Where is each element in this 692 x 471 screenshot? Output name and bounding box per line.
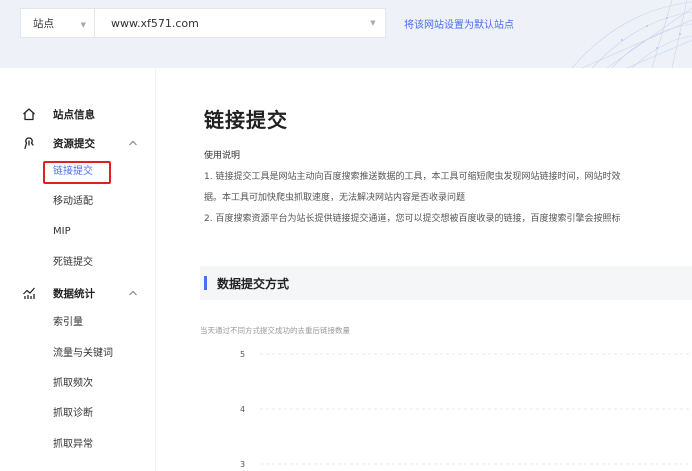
y-tick-label: 5	[240, 350, 245, 359]
sidebar-item-traffic-keywords[interactable]: 流量与关键词	[53, 346, 113, 362]
sidebar-group-label: 站点信息	[53, 108, 95, 121]
stats-icon	[23, 287, 35, 299]
submission-chart: 5 4 3	[240, 350, 692, 469]
y-tick-label: 4	[240, 405, 245, 414]
decorative-globe-graphic	[571, 0, 692, 68]
section-header: 数据提交方式	[200, 266, 692, 300]
submit-icon	[24, 137, 34, 150]
set-default-site-link[interactable]: 将该网站设置为默认站点	[404, 16, 514, 31]
chevron-up-icon[interactable]	[127, 287, 139, 299]
sidebar-item-mip[interactable]: MIP	[53, 224, 71, 240]
sidebar-group-data-stats[interactable]: 数据统计	[0, 282, 156, 304]
sidebar-item-crawl-diagnosis[interactable]: 抓取诊断	[53, 406, 93, 422]
sidebar-item-crawl-frequency[interactable]: 抓取频次	[53, 376, 93, 392]
caret-down-icon[interactable]: ▼	[361, 19, 385, 27]
usage-line: 2. 百度搜索资源平台为站长提供链接提交通道，您可以提交想被百度收录的链接，百度…	[204, 214, 621, 224]
sidebar-item-index-volume[interactable]: 索引量	[53, 315, 83, 331]
chart-caption: 当天通过不同方式提交成功的去重后链接数量	[200, 326, 350, 335]
site-value[interactable]: www.xf571.com	[95, 17, 361, 30]
site-selector[interactable]: 站点 ▼ www.xf571.com ▼	[20, 8, 386, 38]
site-label[interactable]: 站点 ▼	[21, 9, 95, 37]
usage-line: 据。本工具可加快爬虫抓取速度，无法解决网站内容是否收录问题	[204, 193, 466, 203]
sidebar-group-site-info[interactable]: 站点信息	[0, 103, 156, 125]
site-label-text: 站点	[33, 17, 54, 30]
sidebar-item-crawl-errors[interactable]: 抓取异常	[53, 437, 93, 453]
sidebar-group-resource-submit[interactable]: 资源提交	[0, 132, 156, 154]
sidebar-item-link-submit[interactable]: 链接提交	[53, 164, 93, 180]
section-title: 数据提交方式	[217, 276, 290, 291]
usage-heading: 使用说明	[204, 151, 241, 161]
top-banner: 站点 ▼ www.xf571.com ▼ 将该网站设置为默认站点	[0, 0, 692, 68]
chevron-up-icon[interactable]	[127, 137, 139, 149]
usage-line: 1. 链接提交工具是网站主动向百度搜索推送数据的工具，本工具可缩短爬虫发现网站链…	[204, 172, 621, 182]
y-tick-label: 3	[240, 460, 245, 469]
home-icon	[23, 108, 35, 121]
sidebar-item-mobile-adapt[interactable]: 移动适配	[53, 194, 93, 210]
sidebar-item-dead-link[interactable]: 死链提交	[53, 255, 93, 271]
sidebar-group-label: 资源提交	[53, 137, 95, 150]
caret-down-icon: ▼	[80, 21, 86, 29]
main-content: 链接提交 使用说明 1. 链接提交工具是网站主动向百度搜索推送数据的工具，本工具…	[157, 68, 692, 471]
sidebar-group-label: 数据统计	[53, 287, 95, 300]
sidebar: 站点信息 资源提交 链接提交 移动适配 MIP 死链提交 数据统计 索引量 流量…	[0, 68, 156, 471]
section-accent-bar	[204, 276, 207, 290]
page-title: 链接提交	[204, 108, 288, 132]
